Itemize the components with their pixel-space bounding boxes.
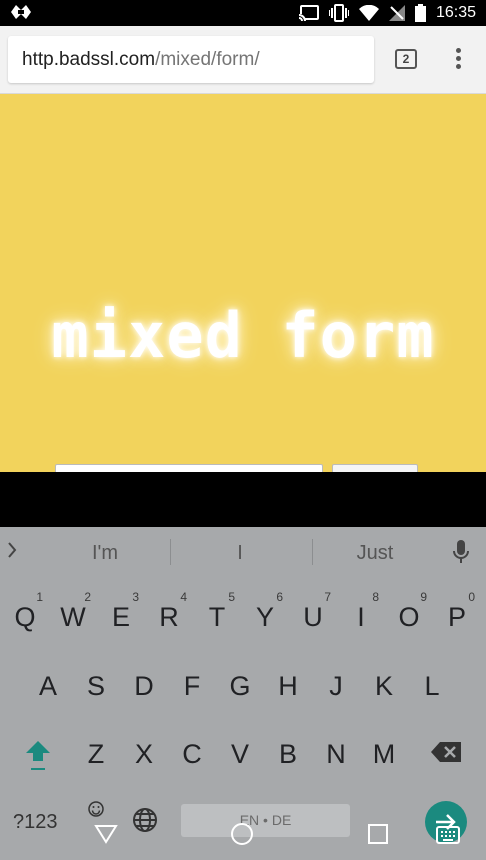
- tab-count: 2: [402, 52, 410, 66]
- address-bar[interactable]: http.badssl.com/mixed/form/: [8, 36, 374, 83]
- key-e[interactable]: E3: [97, 588, 145, 648]
- url-path: /mixed/form/: [155, 48, 260, 70]
- key-n[interactable]: N: [312, 725, 360, 785]
- key-i[interactable]: I8: [337, 588, 385, 648]
- backspace-key[interactable]: [422, 725, 470, 785]
- no-signal-icon: [388, 5, 405, 21]
- key-u[interactable]: U7: [289, 588, 337, 648]
- back-triangle-icon[interactable]: [94, 824, 118, 849]
- navigation-bar: [0, 790, 486, 860]
- form-text-input[interactable]: [55, 464, 323, 472]
- microphone-icon[interactable]: [453, 540, 469, 569]
- vibrate-icon: [328, 4, 349, 22]
- overflow-menu-icon[interactable]: [452, 48, 464, 72]
- home-circle-icon[interactable]: [230, 822, 254, 851]
- key-q[interactable]: Q1: [1, 588, 49, 648]
- keyboard-switch-icon[interactable]: [436, 826, 460, 849]
- key-p[interactable]: P0: [433, 588, 481, 648]
- status-bar: 16:35: [0, 0, 486, 26]
- suggestion-3[interactable]: Just: [330, 542, 420, 565]
- key-b[interactable]: B: [264, 725, 312, 785]
- key-a[interactable]: A: [24, 657, 72, 717]
- shift-arrow-icon: [26, 741, 50, 770]
- key-k[interactable]: K: [360, 657, 408, 717]
- shift-key[interactable]: [13, 725, 61, 785]
- key-m[interactable]: M: [360, 725, 408, 785]
- key-t[interactable]: T5: [193, 588, 241, 648]
- key-v[interactable]: V: [216, 725, 264, 785]
- backspace-icon: [431, 742, 461, 762]
- key-y[interactable]: Y6: [241, 588, 289, 648]
- suggestion-strip: I'm I Just: [0, 527, 486, 579]
- url-host: http.badssl.com: [22, 48, 156, 70]
- key-l[interactable]: L: [408, 657, 456, 717]
- suggestion-divider: [312, 539, 313, 565]
- page-headline: mixed form: [51, 299, 435, 372]
- recents-square-icon[interactable]: [368, 824, 388, 849]
- key-z[interactable]: Z: [72, 725, 120, 785]
- suggestion-2[interactable]: I: [195, 542, 285, 565]
- web-page-content: mixed form: [0, 94, 486, 472]
- cast-icon: [298, 5, 319, 21]
- key-h[interactable]: H: [264, 657, 312, 717]
- key-g[interactable]: G: [216, 657, 264, 717]
- key-f[interactable]: F: [168, 657, 216, 717]
- key-s[interactable]: S: [72, 657, 120, 717]
- suggestion-1[interactable]: I'm: [60, 542, 150, 565]
- key-x[interactable]: X: [120, 725, 168, 785]
- key-o[interactable]: O9: [385, 588, 433, 648]
- key-j[interactable]: J: [312, 657, 360, 717]
- battery-icon: [414, 4, 426, 22]
- chevron-right-icon[interactable]: [7, 541, 17, 564]
- key-w[interactable]: W2: [49, 588, 97, 648]
- clock: 16:35: [435, 4, 476, 21]
- key-r[interactable]: R4: [145, 588, 193, 648]
- form-submit-button[interactable]: [332, 464, 418, 472]
- keyboard-gap: [0, 472, 486, 527]
- app-notification-icon: [10, 4, 32, 25]
- key-c[interactable]: C: [168, 725, 216, 785]
- browser-toolbar: http.badssl.com/mixed/form/ 2: [0, 26, 486, 94]
- key-d[interactable]: D: [120, 657, 168, 717]
- wifi-icon: [358, 5, 379, 21]
- tab-switcher-button[interactable]: 2: [395, 49, 417, 69]
- suggestion-divider: [170, 539, 171, 565]
